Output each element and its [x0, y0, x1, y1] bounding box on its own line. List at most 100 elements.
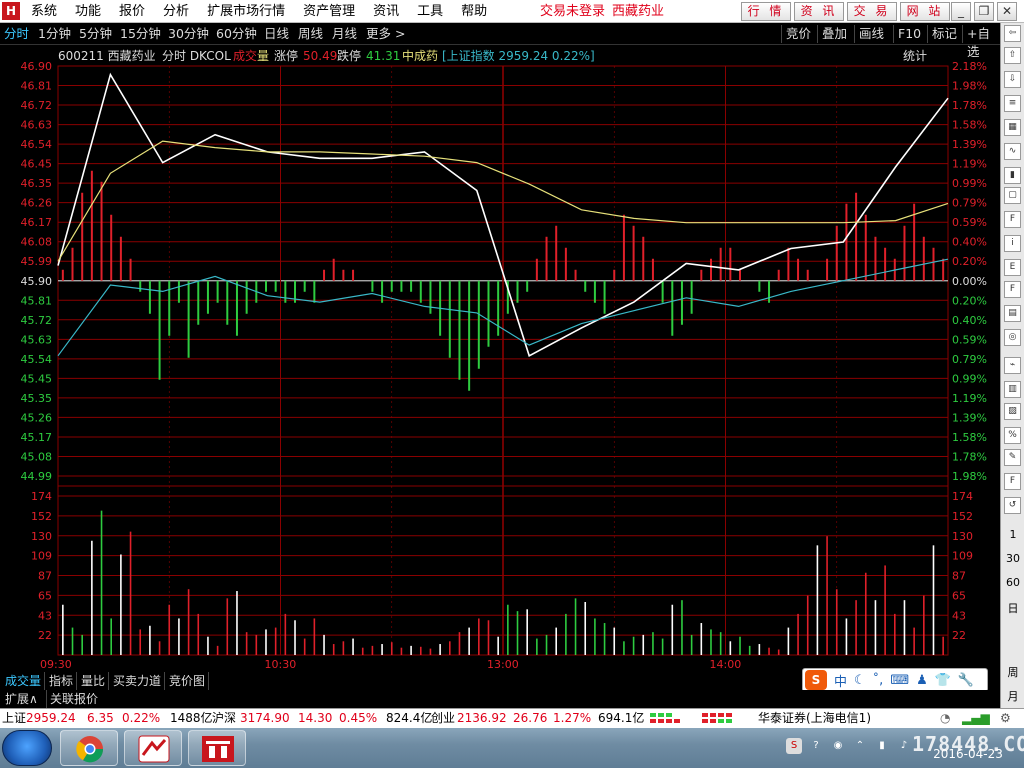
price-tick-label: 45.26	[21, 411, 53, 424]
f2-icon[interactable]: F	[1004, 281, 1021, 298]
arrow-down-icon[interactable]: ⇩	[1004, 71, 1021, 88]
tab-mark[interactable]: 标记	[927, 25, 961, 43]
period-1[interactable]: 1	[1001, 528, 1024, 541]
battery-tray-icon[interactable]: ▮	[874, 738, 890, 754]
period-60[interactable]: 60	[1001, 576, 1024, 589]
grid-icon[interactable]: ▦	[1004, 119, 1021, 136]
menu-item[interactable]: 报价	[110, 0, 154, 23]
minimize-button[interactable]: _	[951, 2, 971, 21]
settings-icon[interactable]: ⚙	[1000, 709, 1011, 728]
arrow-left-icon[interactable]: ⇦	[1004, 25, 1021, 42]
ime-tool-icon[interactable]: 🔧	[958, 673, 974, 688]
extend-toggle[interactable]: 扩展∧	[2, 690, 41, 708]
percent-icon[interactable]: %	[1004, 427, 1021, 444]
pencil-icon[interactable]: ✎	[1004, 449, 1021, 466]
tab-auction[interactable]: 竞价	[781, 25, 815, 43]
chart-bar-icon[interactable]: ▥	[1004, 381, 1021, 398]
tab-15min[interactable]: 15分钟	[120, 23, 161, 45]
ime-punct-icon[interactable]: ˚,	[873, 673, 884, 688]
trading-app-taskbar-button[interactable]	[124, 730, 182, 766]
menu-item[interactable]: 扩展市场行情	[198, 0, 294, 23]
intraday-icon[interactable]: ∿	[1004, 143, 1021, 160]
candle-icon[interactable]: ▮	[1004, 167, 1021, 184]
ime-moon-icon[interactable]: ☾	[854, 673, 866, 688]
ime-chinese-icon[interactable]: 中	[834, 671, 847, 690]
tab-f10[interactable]: F10	[893, 25, 925, 43]
percent-tick-label: 0.00%	[952, 275, 987, 288]
f10-icon[interactable]: F	[1004, 211, 1021, 228]
refresh-icon[interactable]: ↺	[1004, 497, 1021, 514]
lock-icon[interactable]: ◔	[940, 709, 950, 728]
trade-status[interactable]: 交易未登录	[540, 0, 605, 23]
menu-item[interactable]: 工具	[408, 0, 452, 23]
restore-button[interactable]: ❐	[974, 2, 994, 21]
tab-auction-chart[interactable]: 竞价图	[166, 672, 210, 690]
chart-mixed-icon[interactable]: ▨	[1004, 403, 1021, 420]
price-tick-label: 46.26	[21, 197, 53, 210]
broker-name[interactable]: 华泰证券(上海电信1)	[758, 709, 871, 728]
stats-label[interactable]: 统计	[903, 49, 927, 63]
period-week[interactable]: 周	[1001, 664, 1024, 680]
related-quotes[interactable]: 关联报价	[46, 690, 101, 708]
tab-buy-sell-power[interactable]: 买卖力道	[110, 672, 166, 690]
tab-60min[interactable]: 60分钟	[216, 23, 257, 45]
period-day[interactable]: 日	[1001, 600, 1024, 616]
sh-percent: 0.22%	[122, 711, 161, 725]
tab-add-watchlist[interactable]: +自选	[962, 25, 1000, 59]
arrow-up-icon[interactable]: ⇧	[1004, 47, 1021, 64]
chrome-taskbar-button[interactable]	[60, 730, 118, 766]
tab-5min[interactable]: 5分钟	[79, 23, 112, 45]
tab-monthly[interactable]: 月线	[332, 23, 357, 45]
tab-30min[interactable]: 30分钟	[168, 23, 209, 45]
ime-user-icon[interactable]: ♟	[916, 673, 928, 688]
intraday-chart[interactable]: 46.90 2.18% 46.81 1.98% 46.72 1.78% 46.63 1.58%…	[0, 45, 1000, 672]
volume-tray-icon[interactable]: ♪	[896, 738, 912, 754]
tab-overlay[interactable]: 叠加	[817, 25, 851, 43]
tab-draw[interactable]: 画线	[854, 25, 888, 43]
tab-volume[interactable]: 成交量	[2, 672, 46, 690]
limit-up-label: 涨停	[274, 48, 298, 63]
price-tick-label: 45.54	[21, 353, 53, 366]
menu-item[interactable]: 资产管理	[294, 0, 364, 23]
box-icon[interactable]: ▢	[1004, 187, 1021, 204]
news-button[interactable]: 资 讯	[794, 2, 844, 21]
price-tick-label: 46.45	[21, 158, 53, 171]
period-30[interactable]: 30	[1001, 552, 1024, 565]
list-icon[interactable]: ≡	[1004, 95, 1021, 112]
info-icon[interactable]: i	[1004, 235, 1021, 252]
quote-button[interactable]: 行 情	[741, 2, 791, 21]
percent-tick-label: 0.59%	[952, 333, 987, 346]
f5-icon[interactable]: F	[1004, 473, 1021, 490]
circle-icon[interactable]: ◎	[1004, 329, 1021, 346]
menu-item[interactable]: 资讯	[364, 0, 408, 23]
menu-item[interactable]: 系统	[22, 0, 66, 23]
ime-skin-icon[interactable]: 👕	[935, 673, 951, 688]
menu-item[interactable]: 分析	[154, 0, 198, 23]
price-tick-label: 46.54	[21, 138, 53, 151]
sogou-tray-icon[interactable]: S	[786, 738, 802, 754]
tab-indicator[interactable]: 指标	[46, 672, 78, 690]
tab-more[interactable]: 更多 >	[366, 23, 405, 45]
tab-volume-ratio[interactable]: 量比	[78, 672, 110, 690]
arrow-tray-icon[interactable]: ⌃	[852, 738, 868, 754]
tab-daily[interactable]: 日线	[264, 23, 289, 45]
tab-intraday[interactable]: 分时	[4, 23, 29, 45]
tab-1min[interactable]: 1分钟	[38, 23, 71, 45]
period-month[interactable]: 月	[1001, 688, 1024, 704]
close-button[interactable]: ✕	[997, 2, 1017, 21]
ime-toolbar[interactable]: S 中 ☾ ˚, ⌨ ♟ 👕 🔧	[802, 668, 988, 692]
news-icon[interactable]: E	[1004, 259, 1021, 276]
windows-start-button[interactable]	[2, 730, 52, 766]
ime-keyboard-icon[interactable]: ⌨	[890, 673, 909, 688]
table-icon[interactable]: ▤	[1004, 305, 1021, 322]
help-tray-icon[interactable]: ?	[808, 738, 824, 754]
menu-item[interactable]: 功能	[66, 0, 110, 23]
network-tray-icon[interactable]: ◉	[830, 738, 846, 754]
menu-item[interactable]: 帮助	[452, 0, 496, 23]
chart-line-icon[interactable]: ⌁	[1004, 357, 1021, 374]
percent-tick-label: 0.40%	[952, 314, 987, 327]
tab-weekly[interactable]: 周线	[298, 23, 323, 45]
huatai-taskbar-button[interactable]	[188, 730, 246, 766]
website-button[interactable]: 网 站	[900, 2, 950, 21]
trade-button[interactable]: 交 易	[847, 2, 897, 21]
